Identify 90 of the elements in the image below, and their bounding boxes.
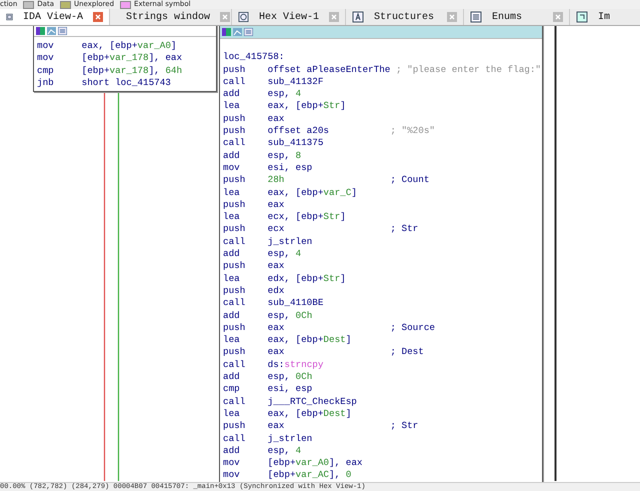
instruction-operands: short loc_415743 [82, 77, 172, 90]
instruction-mnemonic: mov [37, 52, 55, 65]
code-comment: ; Str [390, 223, 418, 236]
instruction-operands: esp, 4 [268, 444, 302, 458]
instruction-mnemonic: cmp [223, 383, 241, 396]
instruction-mnemonic: call [223, 236, 246, 248]
instruction-operands: sub_4110BE [268, 297, 324, 310]
instruction-mnemonic: call [223, 297, 246, 310]
instruction-operands: offset a20s [268, 125, 330, 138]
instruction-operands: esp, 0Ch [268, 371, 314, 384]
instruction-mnemonic: mov [223, 162, 241, 174]
instruction-operands: eax, [ebp+var_C] [268, 186, 358, 199]
instruction-mnemonic: push [223, 198, 246, 212]
instruction-mnemonic: add [223, 310, 241, 322]
instruction-mnemonic: push [223, 284, 246, 298]
instruction-operands: eax, [ebp+Str] [268, 100, 347, 113]
instruction-mnemonic: call [223, 396, 246, 408]
instruction-mnemonic: lea [223, 186, 241, 199]
instruction-operands: eax, [ebp+Dest] [268, 408, 352, 420]
instruction-operands: sub_411375 [268, 137, 324, 150]
instruction-mnemonic: call [223, 137, 246, 150]
view-tab[interactable]: Hex View-1 [232, 9, 346, 25]
instruction-operands: eax [268, 112, 286, 126]
code-comment: ; Source [390, 322, 435, 334]
instruction-operands: esp, 4 [268, 248, 302, 260]
instruction-mnemonic: add [223, 444, 241, 458]
view-tab[interactable]: Enums [464, 9, 570, 25]
instruction-operands: [ebp+var_A0], eax [268, 457, 364, 470]
instruction-operands: eax, [ebp+Dest] [268, 334, 352, 346]
instruction-mnemonic: mov [223, 469, 241, 482]
instruction-mnemonic: add [223, 248, 241, 260]
instruction-mnemonic: push [223, 260, 246, 273]
instruction-mnemonic: lea [223, 211, 241, 224]
instruction-mnemonic: cmp [37, 64, 55, 78]
instruction-mnemonic: lea [223, 272, 241, 285]
instruction-operands: eax [268, 346, 286, 359]
instruction-operands: esi, esp [268, 383, 314, 396]
instruction-mnemonic: lea [223, 334, 241, 346]
instruction-mnemonic: call [223, 358, 246, 372]
code-comment: ; "%20s" [390, 125, 435, 138]
instruction-mnemonic: add [223, 371, 241, 384]
code-label: loc_415758: [223, 51, 284, 62]
code-comment: ; "please enter the flag:" [396, 64, 542, 76]
instruction-mnemonic: add [223, 88, 241, 100]
instruction-operands: eax [268, 260, 286, 273]
instruction-operands: esi, esp [268, 162, 314, 174]
instruction-mnemonic: mov [37, 40, 55, 52]
view-tab[interactable]: Structures [346, 9, 464, 25]
instruction-mnemonic: push [223, 125, 246, 138]
instruction-operands: j_strlen [268, 236, 314, 248]
instruction-mnemonic: mov [223, 457, 241, 470]
instruction-operands: 28h [268, 174, 286, 187]
instruction-operands: ecx, [ebp+Str] [268, 211, 347, 224]
instruction-mnemonic: push [223, 420, 246, 432]
instruction-operands: ecx [268, 223, 286, 236]
instruction-operands: esp, 0Ch [268, 310, 314, 322]
instruction-operands: offset aPleaseEnterThe [268, 64, 390, 76]
code-comment: ; Dest [390, 346, 424, 359]
instruction-operands: [ebp+var_178], eax [82, 52, 184, 65]
instruction-mnemonic: add [223, 150, 241, 162]
instruction-mnemonic: push [223, 223, 246, 236]
instruction-operands: edx [268, 284, 286, 298]
instruction-operands: esp, 8 [268, 150, 302, 162]
instruction-operands: edx, [ebp+Str] [268, 272, 347, 285]
instruction-operands: [ebp+var_178], 64h [82, 64, 184, 78]
instruction-operands: j_strlen [268, 432, 314, 445]
instruction-operands: eax, [ebp+var_A0] [82, 40, 178, 52]
instruction-mnemonic: lea [223, 100, 241, 113]
instruction-operands: esp, 4 [268, 88, 302, 100]
instruction-mnemonic: call [223, 432, 246, 445]
instruction-mnemonic: lea [223, 408, 241, 420]
instruction-mnemonic: push [223, 322, 246, 334]
instruction-operands: sub_41132F [268, 76, 324, 88]
view-tab[interactable]: Im [570, 9, 640, 25]
instruction-operands: j___RTC_CheckEsp [268, 396, 358, 408]
instruction-operands: eax [268, 198, 286, 212]
instruction-mnemonic: jnb [37, 77, 55, 90]
code-comment: ; Str [390, 420, 418, 432]
instruction-mnemonic: push [223, 346, 246, 359]
instruction-operands: eax [268, 322, 286, 334]
instruction-mnemonic: push [223, 64, 246, 76]
instruction-operands: ds:strncpy [268, 358, 324, 372]
code-comment: ; Count [390, 174, 430, 187]
instruction-mnemonic: call [223, 76, 246, 88]
instruction-operands: eax [268, 420, 286, 432]
view-tab[interactable]: IDA View-A [0, 9, 110, 25]
instruction-operands: [ebp+var_AC], 0 [268, 469, 352, 482]
view-tab[interactable]: Strings window [110, 9, 232, 25]
instruction-mnemonic: push [223, 174, 246, 187]
instruction-mnemonic: push [223, 112, 246, 126]
